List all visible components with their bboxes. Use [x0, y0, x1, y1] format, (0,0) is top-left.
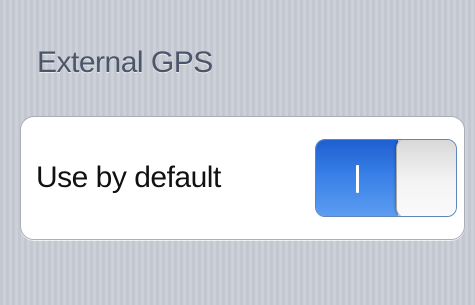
use-by-default-toggle[interactable] — [315, 139, 457, 217]
section-header-external-gps: External GPS — [37, 46, 213, 79]
setting-label: Use by default — [36, 161, 221, 194]
toggle-on-track — [316, 140, 398, 216]
toggle-knob[interactable] — [396, 140, 456, 216]
settings-cell-use-by-default: Use by default — [20, 116, 465, 240]
toggle-on-indicator-icon — [356, 165, 359, 193]
